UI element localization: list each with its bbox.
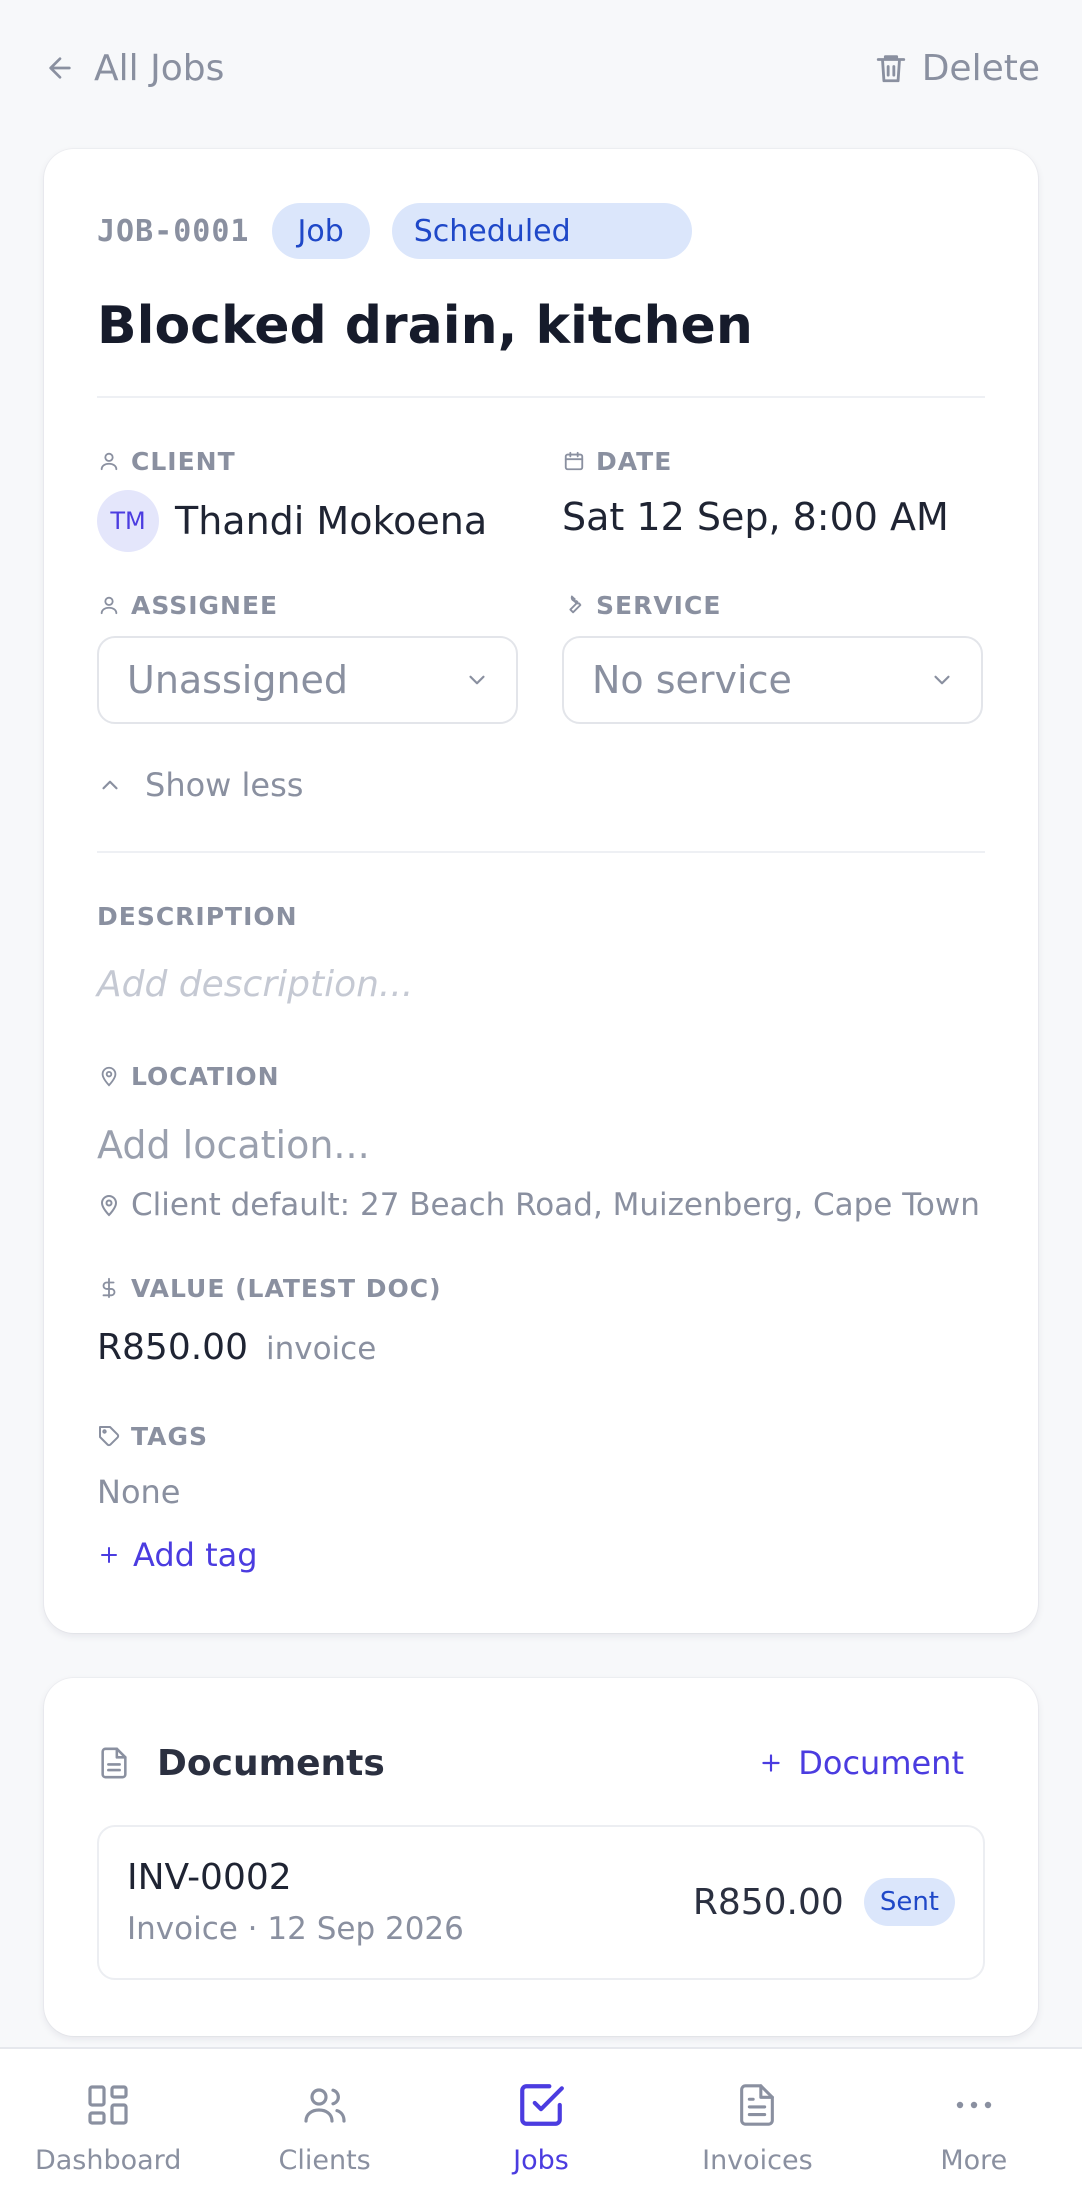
- value-label-text: VALUE (LATEST DOC): [131, 1273, 442, 1303]
- service-label-text: SERVICE: [596, 590, 722, 620]
- nav-more[interactable]: More: [866, 2049, 1082, 2202]
- back-label: All Jobs: [94, 47, 225, 89]
- job-header-row: JOB-0001 Job Scheduled: [97, 203, 692, 259]
- nav-invoices[interactable]: Invoices: [649, 2049, 865, 2202]
- client-label: CLIENT: [97, 444, 236, 478]
- nav-invoices-label: Invoices: [702, 2145, 813, 2176]
- date-label-text: DATE: [596, 446, 673, 476]
- document-summary: R850.00 Sent: [693, 1877, 955, 1927]
- tags-label: TAGS: [97, 1419, 208, 1453]
- more-dots-icon: [948, 2079, 1000, 2131]
- client-avatar: TM: [97, 490, 159, 552]
- job-title[interactable]: Blocked drain, kitchen: [97, 296, 753, 356]
- description-input[interactable]: Add description...: [97, 964, 413, 1005]
- add-tag-label: Add tag: [133, 1536, 258, 1574]
- nav-dashboard[interactable]: Dashboard: [0, 2049, 216, 2202]
- documents-card: Documents Document INV-0002 Invoice · 12…: [44, 1678, 1038, 2036]
- client-default-location-text: Client default: 27 Beach Road, Muizenber…: [131, 1187, 980, 1223]
- service-select[interactable]: No service: [562, 636, 983, 724]
- value-document-type: invoice: [265, 1331, 377, 1367]
- location-label-text: LOCATION: [131, 1061, 280, 1091]
- documents-header: Documents: [97, 1738, 385, 1788]
- document-list-item[interactable]: INV-0002 Invoice · 12 Sep 2026 R850.00 S…: [97, 1825, 985, 1980]
- location-input[interactable]: Add location...: [97, 1123, 370, 1167]
- tags-label-text: TAGS: [131, 1421, 208, 1451]
- calendar-icon: [562, 449, 586, 473]
- value-amount: R850.00: [97, 1327, 248, 1368]
- nav-more-label: More: [940, 2145, 1008, 2176]
- client-default-location[interactable]: Client default: 27 Beach Road, Muizenber…: [97, 1185, 980, 1225]
- divider: [97, 851, 985, 853]
- description-label: DESCRIPTION: [97, 899, 298, 933]
- value-label: VALUE (LATEST DOC): [97, 1271, 442, 1305]
- arrow-left-icon: [44, 52, 76, 84]
- assignee-value: Unassigned: [127, 658, 349, 702]
- tag-icon: [97, 1424, 121, 1448]
- document-icon: [97, 1744, 131, 1782]
- chevron-down-icon: [929, 667, 955, 693]
- add-tag-button[interactable]: Add tag: [97, 1533, 258, 1577]
- value-row: R850.00 invoice: [97, 1327, 376, 1368]
- add-document-button[interactable]: Document: [758, 1740, 964, 1786]
- job-type-badge: Job: [271, 203, 370, 259]
- nav-jobs[interactable]: Jobs: [433, 2049, 649, 2202]
- nav-jobs-label: Jobs: [513, 2145, 569, 2176]
- service-value: No service: [592, 658, 792, 702]
- chevron-up-icon: [97, 772, 123, 798]
- nav-dashboard-label: Dashboard: [34, 2145, 182, 2176]
- job-details-card: JOB-0001 Job Scheduled Blocked drain, ki…: [44, 149, 1038, 1633]
- plus-icon: [758, 1750, 784, 1776]
- dashboard-grid-icon: [82, 2079, 134, 2131]
- dollar-icon: [97, 1276, 121, 1300]
- check-square-icon: [515, 2079, 567, 2131]
- delete-button[interactable]: Delete: [874, 44, 1040, 92]
- trash-icon: [874, 50, 908, 86]
- tags-value: None: [97, 1473, 181, 1511]
- delete-label: Delete: [921, 47, 1040, 89]
- description-label-text: DESCRIPTION: [97, 901, 298, 931]
- service-label: SERVICE: [562, 588, 721, 622]
- divider: [97, 396, 985, 398]
- add-document-label: Document: [798, 1744, 964, 1782]
- document-amount: R850.00: [692, 1881, 844, 1923]
- show-less-toggle[interactable]: Show less: [97, 763, 303, 807]
- nav-clients[interactable]: Clients: [216, 2049, 432, 2202]
- bottom-navigation: Dashboard Clients Jobs Invoices More: [0, 2047, 1082, 2202]
- assignee-label: ASSIGNEE: [97, 588, 278, 622]
- documents-title: Documents: [157, 1742, 385, 1784]
- client-link[interactable]: TM Thandi Mokoena: [97, 490, 487, 552]
- date-label: DATE: [562, 444, 672, 478]
- user-icon: [97, 593, 121, 617]
- show-less-label: Show less: [145, 766, 304, 804]
- job-status-badge[interactable]: Scheduled: [391, 203, 692, 259]
- document-icon: [731, 2079, 783, 2131]
- wrench-icon: [562, 593, 586, 617]
- chevron-down-icon: [464, 667, 490, 693]
- client-name: Thandi Mokoena: [175, 499, 488, 543]
- plus-icon: [97, 1543, 121, 1567]
- assignee-select[interactable]: Unassigned: [97, 636, 518, 724]
- map-pin-icon: [97, 1193, 121, 1217]
- document-meta: Invoice · 12 Sep 2026: [127, 1911, 464, 1947]
- user-icon: [97, 449, 121, 473]
- nav-clients-label: Clients: [278, 2145, 371, 2176]
- location-label: LOCATION: [97, 1059, 280, 1093]
- document-status-badge: Sent: [863, 1878, 955, 1926]
- assignee-label-text: ASSIGNEE: [131, 590, 279, 620]
- job-id: JOB-0001: [97, 213, 250, 249]
- map-pin-icon: [97, 1064, 121, 1088]
- back-to-all-jobs-link[interactable]: All Jobs: [44, 44, 224, 92]
- users-icon: [299, 2079, 351, 2131]
- top-bar: All Jobs Delete: [0, 0, 1082, 136]
- document-number: INV-0002: [127, 1857, 292, 1898]
- client-label-text: CLIENT: [131, 446, 236, 476]
- job-date-value[interactable]: Sat 12 Sep, 8:00 AM: [562, 495, 949, 539]
